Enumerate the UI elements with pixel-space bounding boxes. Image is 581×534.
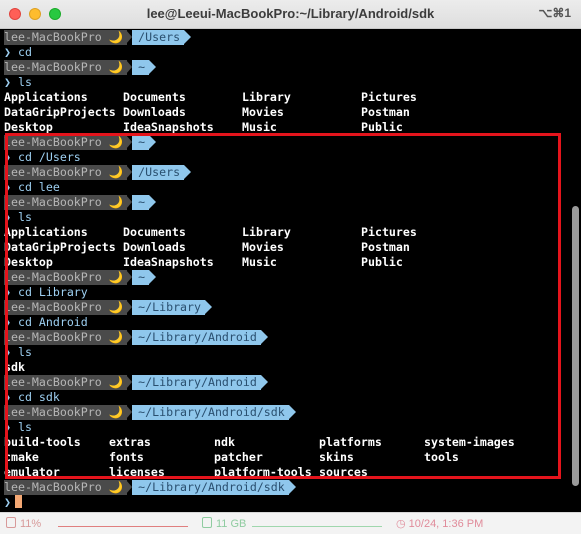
memory-status: 11 GB [202, 517, 246, 530]
ls-entry: Downloads [123, 105, 186, 119]
ls-entry: Documents [123, 90, 186, 104]
cpu-value: 11% [20, 518, 42, 530]
prompt-end-arrow [288, 480, 296, 494]
clock-status: ◷ 10/24, 1:36 PM [396, 517, 483, 530]
clock-value: 10/24, 1:36 PM [408, 518, 484, 530]
prompt-line: lee-MacBookPro 🌙 /Users [4, 30, 564, 45]
moon-icon: 🌙 [104, 30, 128, 45]
prompt-host: lee-MacBookPro [4, 30, 105, 45]
prompt-line: lee-MacBookPro 🌙 ~/Library/Android/sdk [4, 480, 564, 495]
ls-entry: Postman [361, 105, 410, 119]
ls-entry: Movies [242, 105, 284, 119]
prompt-end-arrow [184, 30, 192, 44]
prompt-host: lee-MacBookPro [4, 60, 105, 75]
prompt-caret: ❯ [4, 45, 11, 59]
command-line: ❯ cd [4, 45, 564, 60]
memory-value: 11 GB [216, 518, 247, 530]
prompt-directory: /Users [132, 30, 185, 45]
ls-entry: Library [242, 90, 291, 104]
cpu-icon [6, 517, 16, 528]
scrollbar[interactable] [572, 206, 579, 486]
memory-icon [202, 517, 212, 528]
ls-entry: Applications [4, 90, 88, 104]
cpu-sparkline [58, 523, 188, 527]
command-text: ls [17, 75, 32, 89]
command-text: cd [17, 45, 32, 59]
prompt-directory: ~ [132, 60, 150, 75]
memory-sparkline [252, 523, 382, 527]
prompt-line: lee-MacBookPro 🌙 ~ [4, 60, 564, 75]
cpu-status: 11% [6, 517, 41, 530]
window-shortcut: ⌥⌘1 [538, 6, 571, 20]
ls-output-row: DataGripProjects Downloads Movies Postman [4, 105, 564, 120]
title-bar: lee@Leeui-MacBookPro:~/Library/Android/s… [0, 0, 581, 29]
text-cursor[interactable] [14, 495, 22, 508]
prompt-directory: ~/Library/Android/sdk [132, 480, 289, 495]
annotation-highlight-box [5, 133, 561, 479]
status-bar: 11% 11 GB ◷ 10/24, 1:36 PM [0, 512, 581, 534]
terminal-window: lee@Leeui-MacBookPro:~/Library/Android/s… [0, 0, 581, 534]
clock-icon: ◷ [396, 518, 409, 530]
window-title: lee@Leeui-MacBookPro:~/Library/Android/s… [146, 6, 435, 21]
input-line: ❯ [4, 495, 564, 510]
ls-entry: DataGripProjects [4, 105, 116, 119]
ls-output-row: Applications Documents Library Pictures [4, 90, 564, 105]
prompt-caret: ❯ [4, 495, 11, 509]
prompt-caret: ❯ [4, 75, 11, 89]
moon-icon: 🌙 [104, 480, 128, 495]
command-line: ❯ ls [4, 75, 564, 90]
prompt-end-arrow [149, 60, 157, 74]
moon-icon: 🌙 [104, 60, 128, 75]
prompt-host: lee-MacBookPro [4, 480, 105, 495]
ls-entry: Pictures [361, 90, 417, 104]
